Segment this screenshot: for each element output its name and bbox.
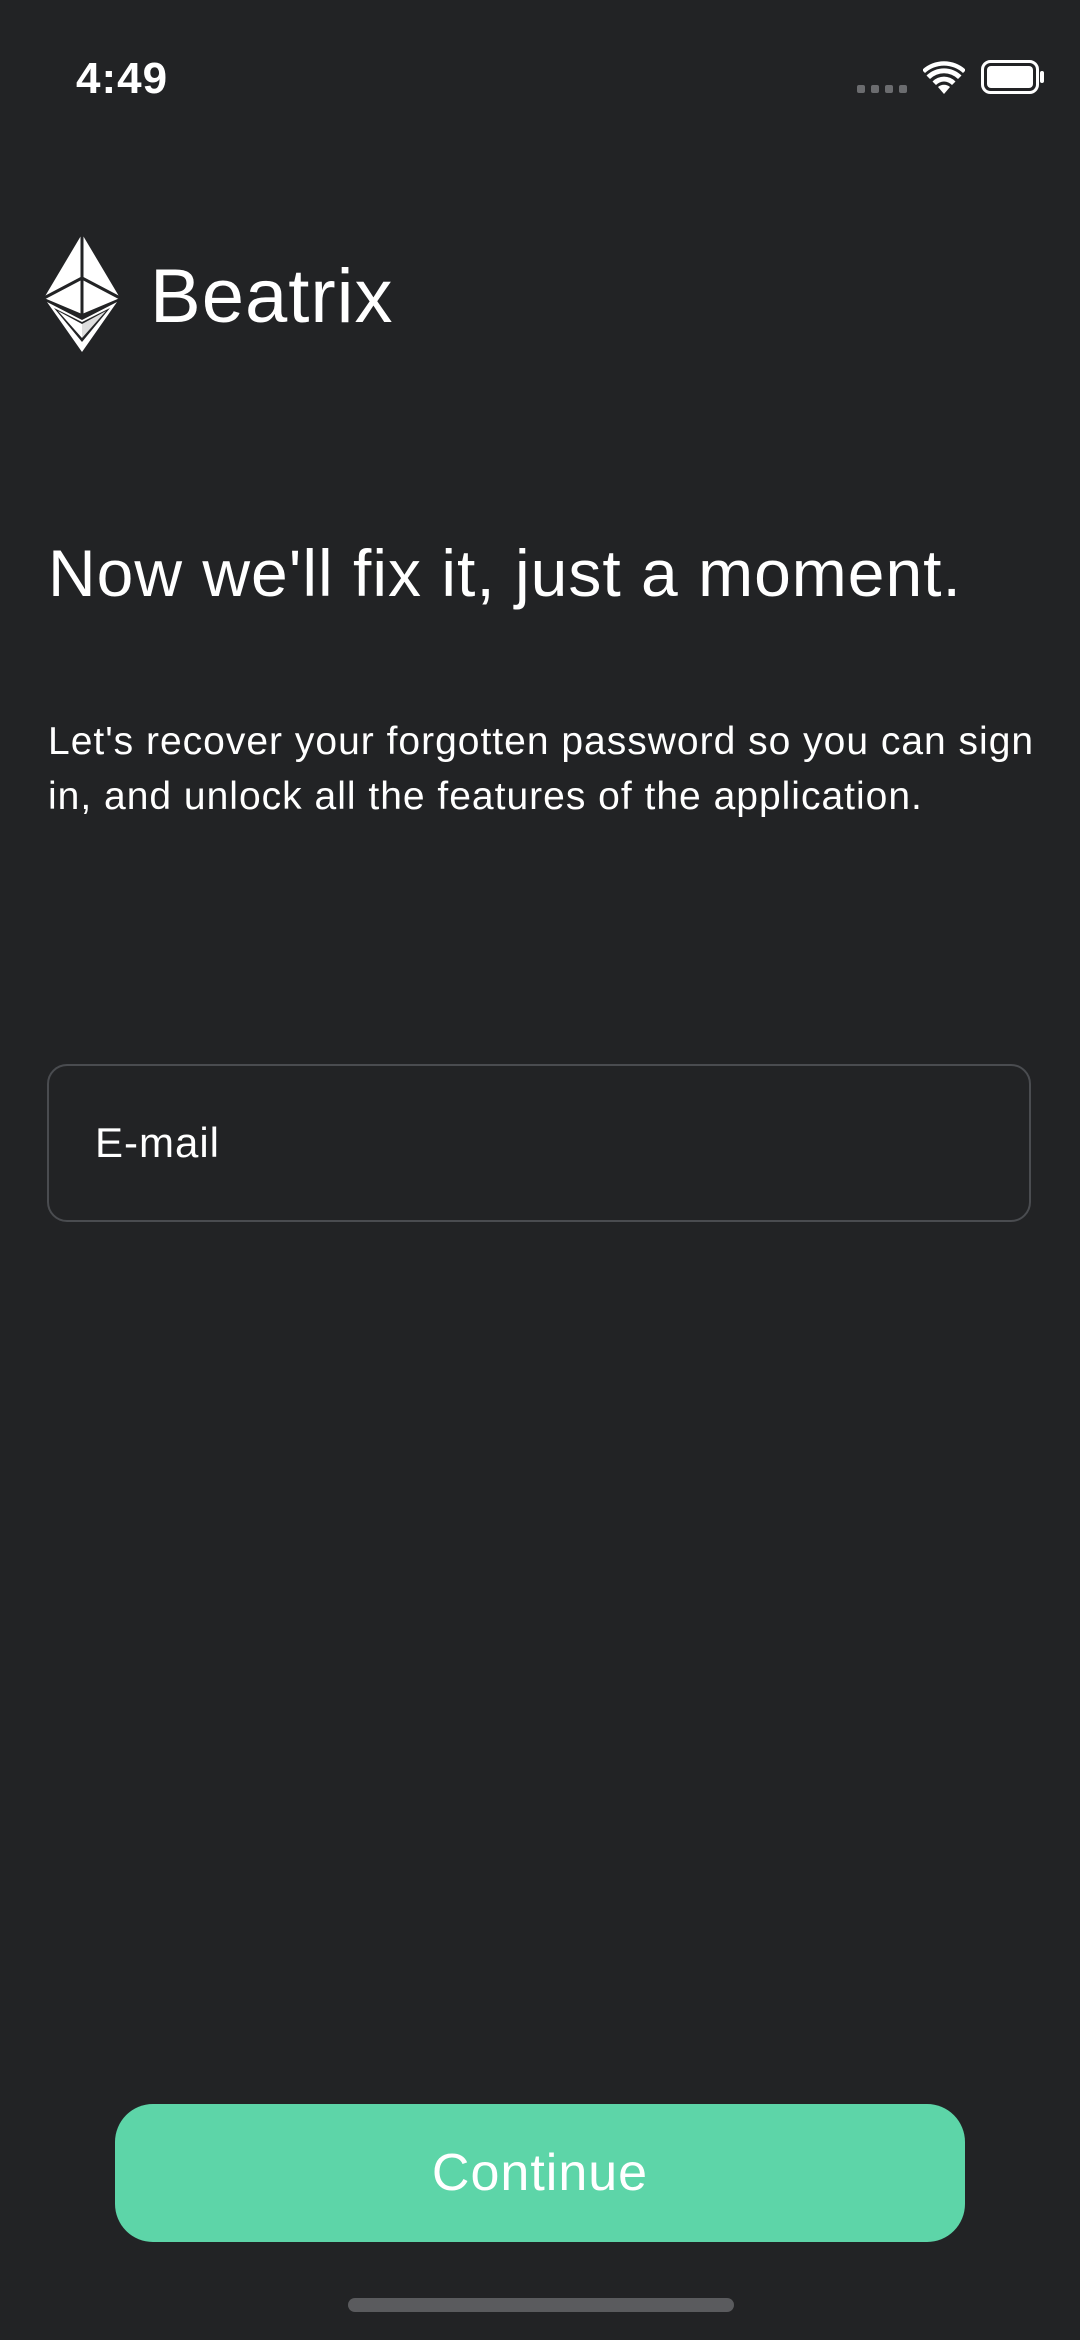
continue-button[interactable]: Continue <box>115 2104 965 2242</box>
home-indicator <box>348 2298 734 2312</box>
ethereum-diamond-icon <box>44 234 120 352</box>
page-title: Now we'll fix it, just a moment. <box>48 536 962 610</box>
email-field[interactable] <box>47 1064 1031 1222</box>
battery-icon <box>981 60 1044 94</box>
brand-name: Beatrix <box>150 254 394 339</box>
status-bar: 4:49 <box>0 0 1080 150</box>
cellular-signal-icon <box>857 85 907 93</box>
status-time: 4:49 <box>76 54 169 103</box>
page-subtitle: Let's recover your forgotten password so… <box>48 720 1035 818</box>
wifi-icon <box>923 61 965 94</box>
